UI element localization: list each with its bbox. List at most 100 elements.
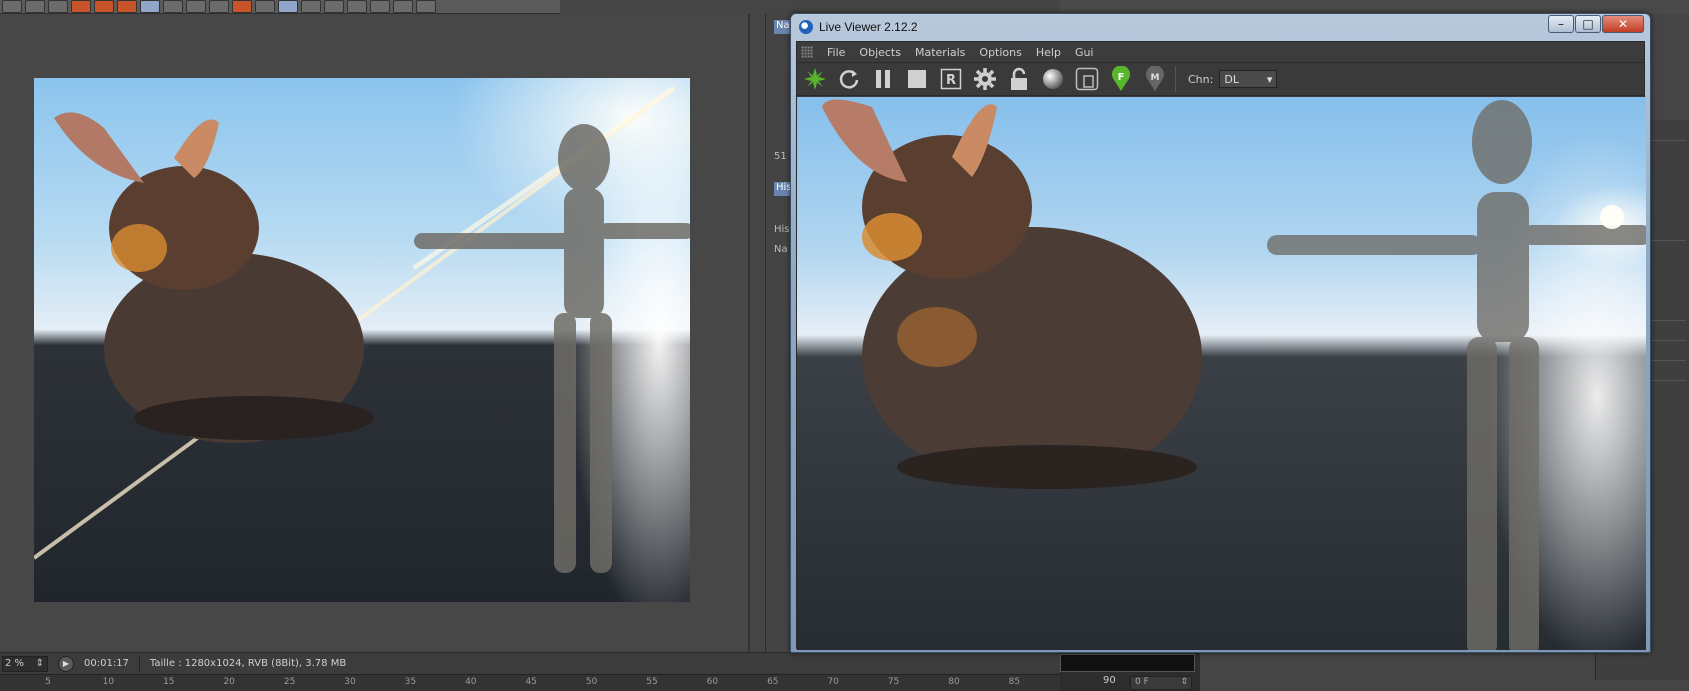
toolbar-button[interactable] bbox=[347, 0, 367, 13]
picture-viewer-panel bbox=[0, 14, 750, 654]
spinner-icon[interactable]: ⇕ bbox=[1180, 677, 1188, 689]
stop-icon[interactable] bbox=[903, 65, 931, 93]
toolbar-button[interactable] bbox=[48, 0, 68, 13]
window-controls: – □ ✕ bbox=[1548, 15, 1644, 33]
timeline-tick-label: 70 bbox=[827, 677, 839, 687]
grip-icon[interactable] bbox=[801, 46, 813, 58]
chevron-down-icon: ▾ bbox=[1266, 72, 1273, 86]
frame-bar bbox=[1060, 654, 1195, 672]
menu-help[interactable]: Help bbox=[1036, 46, 1061, 59]
toolbar-button[interactable] bbox=[393, 0, 413, 13]
channel-select[interactable]: DL ▾ bbox=[1219, 70, 1278, 88]
menu-materials[interactable]: Materials bbox=[915, 46, 965, 59]
toolbar-button[interactable] bbox=[117, 0, 137, 13]
timeline-end-frame: 90 bbox=[1103, 675, 1116, 686]
value-field: 51 bbox=[774, 151, 787, 162]
zoom-field[interactable]: 2 % ⇕ bbox=[2, 655, 48, 672]
rendered-image bbox=[34, 78, 690, 602]
status-bar: 2 % ⇕ ▶ 00:01:17 Taille : 1280x1024, RVB… bbox=[0, 652, 1060, 674]
live-viewer-client: File Objects Materials Options Help Gui … bbox=[796, 41, 1646, 650]
timeline-tick-label: 25 bbox=[283, 677, 296, 687]
octane-logo-icon[interactable] bbox=[801, 65, 829, 93]
focus-frame-icon[interactable] bbox=[1073, 65, 1101, 93]
spinner-icon[interactable]: ⇕ bbox=[36, 658, 44, 669]
toolbar-button[interactable] bbox=[71, 0, 91, 13]
divider bbox=[138, 656, 140, 671]
live-render-scene bbox=[822, 99, 1646, 650]
timeline-tick-label: 30 bbox=[344, 677, 356, 687]
play-button[interactable]: ▶ bbox=[58, 655, 74, 672]
app-icon bbox=[799, 20, 813, 34]
sphere-material-icon[interactable] bbox=[1039, 65, 1067, 93]
toolbar-button[interactable] bbox=[186, 0, 206, 13]
svg-text:R: R bbox=[946, 73, 956, 88]
timeline-tick-label: 10 bbox=[102, 677, 115, 687]
frame-field-value: 0 F bbox=[1135, 677, 1149, 687]
timeline-tick-label: 45 bbox=[525, 677, 537, 687]
lock-icon[interactable] bbox=[1005, 65, 1033, 93]
menu-options[interactable]: Options bbox=[979, 46, 1021, 59]
toolbar-button[interactable] bbox=[2, 0, 22, 13]
timeline-tick-label: 60 bbox=[706, 677, 719, 687]
timeline-tick-label: 35 bbox=[404, 677, 417, 687]
toolbar-button[interactable] bbox=[163, 0, 183, 13]
close-button[interactable]: ✕ bbox=[1602, 15, 1644, 33]
frame-field[interactable]: 0 F ⇕ bbox=[1130, 676, 1192, 690]
focus-picker-icon[interactable]: F bbox=[1107, 65, 1135, 93]
toolbar-button[interactable] bbox=[370, 0, 390, 13]
toolbar-button[interactable] bbox=[324, 0, 344, 13]
render-scene bbox=[34, 85, 690, 573]
toolbar-button[interactable] bbox=[301, 0, 321, 13]
host-top-right-strip bbox=[1060, 0, 1689, 14]
timeline-tick-label: 55 bbox=[646, 677, 658, 687]
toolbar-button[interactable] bbox=[255, 0, 275, 13]
region-render-icon[interactable]: R bbox=[937, 65, 965, 93]
bunny-figure bbox=[54, 112, 374, 443]
mannequin-figure bbox=[414, 124, 690, 573]
history-label: His bbox=[774, 224, 790, 235]
host-toolbar bbox=[0, 0, 560, 14]
timeline-tick-label: 5 bbox=[45, 677, 51, 687]
timeline-tick-label: 80 bbox=[948, 677, 960, 687]
timeline-tick-label: 15 bbox=[163, 677, 175, 687]
toolbar-button[interactable] bbox=[140, 0, 160, 13]
bunny-figure bbox=[822, 99, 1202, 489]
timeline-tick-label: 75 bbox=[887, 677, 900, 687]
image-info: Taille : 1280x1024, RVB (8Bit), 3.78 MB bbox=[149, 658, 347, 669]
window-titlebar[interactable]: Live Viewer 2.12.2 – □ ✕ bbox=[791, 14, 1650, 40]
sun-highlight bbox=[1600, 205, 1624, 229]
menu-file[interactable]: File bbox=[827, 46, 845, 59]
settings-gear-icon[interactable] bbox=[971, 65, 999, 93]
timeline-tick-label: 40 bbox=[465, 677, 477, 687]
menu-objects[interactable]: Objects bbox=[859, 46, 901, 59]
restart-icon[interactable] bbox=[835, 65, 863, 93]
toolbar-button[interactable] bbox=[232, 0, 252, 13]
elapsed-time: 00:01:17 bbox=[84, 658, 129, 669]
maximize-button[interactable]: □ bbox=[1575, 15, 1601, 33]
channel-value: DL bbox=[1224, 72, 1239, 86]
divider bbox=[1175, 66, 1176, 92]
play-icon: ▶ bbox=[62, 659, 70, 668]
mannequin-figure bbox=[1267, 100, 1646, 650]
name-column-header: Na bbox=[774, 244, 788, 255]
pause-icon[interactable] bbox=[869, 65, 897, 93]
live-viewer-toolbar: R F M Chn: DL ▾ bbox=[797, 62, 1644, 96]
toolbar-button[interactable] bbox=[94, 0, 114, 13]
zoom-value: 2 % bbox=[5, 658, 25, 669]
timeline-ruler[interactable]: 5 10 15 20 25 30 35 40 45 50 55 60 65 70 75 80 85 bbox=[0, 674, 1060, 691]
menu-gui[interactable]: Gui bbox=[1075, 46, 1094, 59]
toolbar-button[interactable] bbox=[209, 0, 229, 13]
material-picker-icon[interactable]: M bbox=[1141, 65, 1169, 93]
channel-label: Chn: bbox=[1188, 72, 1214, 86]
toolbar-button[interactable] bbox=[416, 0, 436, 13]
minimize-button[interactable]: – bbox=[1548, 15, 1574, 33]
toolbar-button[interactable] bbox=[278, 0, 298, 13]
live-viewer-window[interactable]: Live Viewer 2.12.2 – □ ✕ File Objects Ma… bbox=[790, 13, 1651, 653]
timeline-tick-label: 50 bbox=[585, 677, 598, 687]
svg-text:M: M bbox=[1151, 73, 1160, 83]
timeline-tick-label: 20 bbox=[223, 677, 235, 687]
toolbar-button[interactable] bbox=[25, 0, 45, 13]
live-render-viewport[interactable] bbox=[797, 97, 1646, 650]
focus-badge: F bbox=[1118, 72, 1125, 83]
timeline-tick-label: 85 bbox=[1008, 677, 1021, 687]
